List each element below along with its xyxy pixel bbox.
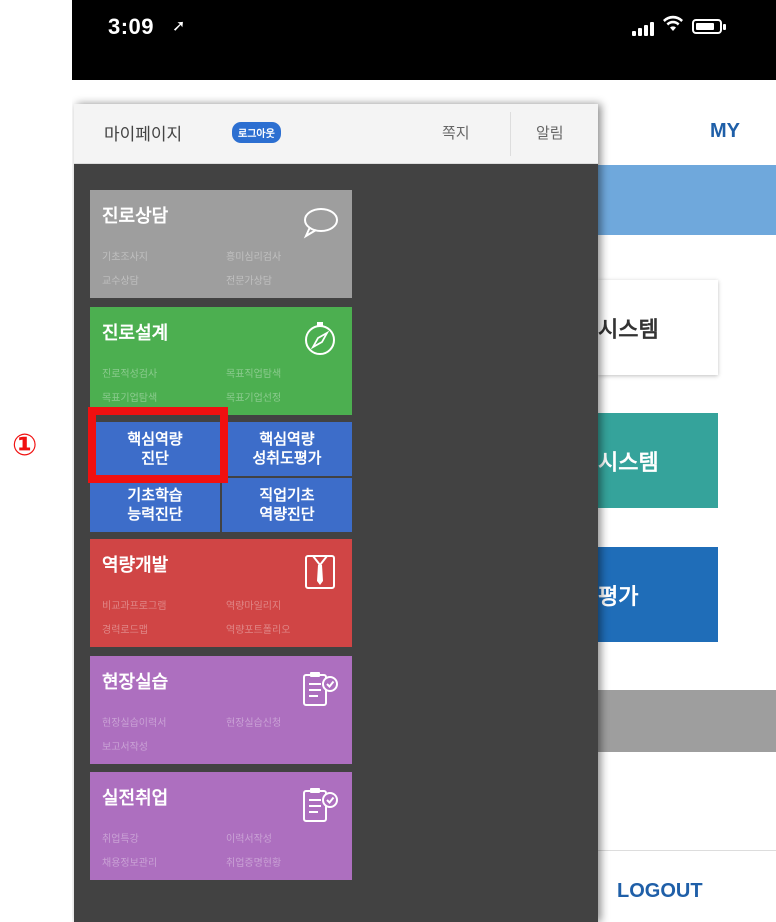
tile-title: 실전취업 (102, 788, 169, 809)
background-banner (598, 165, 776, 235)
core-competency-diagnosis-button[interactable]: 핵심역량 진단 (90, 422, 220, 476)
my-menu-link[interactable]: MY (710, 120, 740, 143)
tile-sub-item[interactable]: 목표기업선정 (226, 389, 281, 404)
tile-sub-item[interactable]: 보고서작성 (102, 738, 148, 753)
logout-link[interactable]: LOGOUT (617, 880, 703, 903)
clipboard-icon (303, 788, 338, 822)
status-time: 3:09 (108, 14, 155, 39)
clipboard-icon (303, 672, 338, 706)
tile-sub-item[interactable]: 비교과프로그램 (102, 597, 166, 612)
basic-learning-diagnosis-button[interactable]: 기초학습 능력진단 (90, 478, 220, 532)
tile-sub-item[interactable]: 채용정보관리 (102, 854, 157, 869)
vocational-basic-diagnosis-button[interactable]: 직업기초 역량진단 (222, 478, 352, 532)
tile-sub-item[interactable]: 목표직업탐색 (226, 365, 281, 380)
tile-competency-development[interactable]: 역량개발 비교과프로그램 역량마일리지 경력로드맵 역량포트폴리오 (90, 539, 352, 647)
tile-title: 진로설계 (102, 323, 169, 344)
mypage-title[interactable]: 마이페이지 (104, 120, 182, 145)
drawer-header: 마이페이지 로그아웃 쪽지 알림 (74, 104, 598, 164)
tile-sub-item[interactable]: 현장실습이력서 (102, 714, 166, 729)
tile-career-counseling[interactable]: 진로상담 기초조사지 흥미심리검사 교수상담 전문가상담 (90, 190, 352, 298)
tile-title: 역량개발 (102, 555, 169, 576)
location-arrow-icon: ➚ (172, 16, 186, 35)
speech-bubble-icon (303, 208, 338, 239)
side-drawer: 마이페이지 로그아웃 쪽지 알림 진로상담 기초조사지 흥미심리검사 교수상담 … (74, 104, 598, 922)
wifi-icon (662, 13, 684, 37)
tile-sub-item[interactable]: 진로적성검사 (102, 365, 157, 380)
tile-sub-item[interactable]: 흥미심리검사 (226, 248, 281, 263)
background-card-system-2[interactable]: 시스템 (598, 413, 718, 508)
tile-employment[interactable]: 실전취업 취업특강 이력서작성 채용정보관리 취업증명현황 (90, 772, 352, 880)
shirt-tie-icon (305, 555, 335, 589)
tile-title: 현장실습 (102, 672, 169, 693)
tile-field-practice[interactable]: 현장실습 현장실습이력서 현장실습신청 보고서작성 (90, 656, 352, 764)
header-divider (510, 112, 511, 156)
assessment-grid: 핵심역량 진단 핵심역량 성취도평가 기초학습 능력진단 직업기초 역량진단 (90, 422, 352, 532)
tile-sub-item[interactable]: 이력서작성 (226, 830, 272, 845)
background-gray-bar (598, 690, 776, 752)
logout-badge-button[interactable]: 로그아웃 (232, 122, 281, 143)
tile-sub-item[interactable]: 목표기업탐색 (102, 389, 157, 404)
tile-sub-item[interactable]: 전문가상담 (226, 272, 272, 287)
tile-sub-item[interactable]: 취업특강 (102, 830, 139, 845)
background-card-system-1[interactable]: 시스템 (598, 280, 718, 375)
phone-screen: 3:09 ➚ MY 시스템 시스템 평가 LOGOUT 마이페이지 로그아웃 쪽… (72, 0, 776, 922)
compass-icon (305, 322, 335, 355)
tile-sub-item[interactable]: 역량포트폴리오 (226, 621, 290, 636)
alarm-link[interactable]: 알림 (536, 122, 564, 143)
tile-title: 진로상담 (102, 206, 169, 227)
background-card-evaluation[interactable]: 평가 (598, 547, 718, 642)
tile-sub-item[interactable]: 교수상담 (102, 272, 139, 287)
tile-career-design[interactable]: 진로설계 진로적성검사 목표직업탐색 목표기업탐색 목표기업선정 (90, 307, 352, 415)
battery-icon (692, 19, 726, 34)
core-competency-achievement-button[interactable]: 핵심역량 성취도평가 (222, 422, 352, 476)
tile-sub-item[interactable]: 역량마일리지 (226, 597, 281, 612)
divider (598, 850, 776, 851)
status-bar: 3:09 ➚ (72, 0, 776, 80)
tile-sub-item[interactable]: 기초조사지 (102, 248, 148, 263)
tile-sub-item[interactable]: 현장실습신청 (226, 714, 281, 729)
tile-sub-item[interactable]: 경력로드맵 (102, 621, 148, 636)
signal-icon (632, 20, 654, 36)
annotation-marker: ① (12, 428, 38, 463)
note-link[interactable]: 쪽지 (442, 122, 470, 143)
tile-sub-item[interactable]: 취업증명현황 (226, 854, 281, 869)
